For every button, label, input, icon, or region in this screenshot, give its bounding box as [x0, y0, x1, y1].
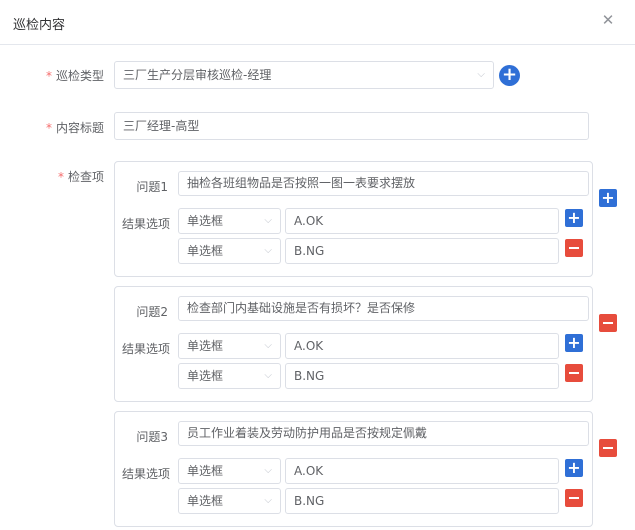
question-input[interactable]: 抽检各班组物品是否按照一图一表要求摆放 [178, 171, 589, 196]
minus-icon [603, 447, 613, 449]
add-option-button[interactable]: + [565, 334, 583, 352]
question-input[interactable]: 检查部门内基础设施是否有损坏？是否保修 [178, 296, 589, 321]
inspection-type-value: 三厂生产分层审核巡检-经理 [123, 68, 272, 82]
chevron-down-icon: ⌵ [264, 245, 272, 256]
check-item-group-2: 问题2 检查部门内基础设施是否有损坏？是否保修 结果选项 单选框 ⌵ A.OK +… [114, 286, 593, 402]
check-item-group-3: 问题3 员工作业着装及劳动防护用品是否按规定佩戴 结果选项 单选框 ⌵ A.OK … [114, 411, 593, 527]
question-label: 问题1 [136, 180, 168, 194]
check-item-group-1: 问题1 抽检各班组物品是否按照一图一表要求摆放 结果选项 单选框 ⌵ A.OK +… [114, 161, 593, 277]
remove-question-button[interactable] [599, 439, 617, 457]
remove-question-button[interactable] [599, 314, 617, 332]
chevron-down-icon: ⌵ [264, 465, 272, 476]
option-value-input[interactable]: A.OK [285, 333, 559, 359]
question-label: 问题3 [136, 430, 168, 444]
plus-icon: + [567, 458, 581, 477]
question-label: 问题2 [136, 305, 168, 319]
required-mark: * [45, 69, 52, 83]
dialog-title: 巡检内容 [13, 18, 66, 33]
chevron-down-icon: ⌵ [264, 370, 272, 381]
type-label: * 巡检类型 [45, 69, 104, 83]
required-mark: * [45, 121, 52, 135]
dialog-header: 巡检内容 ✕ [0, 0, 635, 45]
result-options-label: 结果选项 [121, 342, 170, 356]
chevron-down-icon: ⌵ [264, 215, 272, 226]
result-options-label: 结果选项 [121, 467, 170, 481]
chevron-down-icon: ⌵ [477, 69, 485, 80]
option-value-input[interactable]: A.OK [285, 208, 559, 234]
content-title-input[interactable]: 三厂经理-高型 [114, 112, 589, 140]
required-mark: * [57, 170, 64, 184]
option-type-select[interactable]: 单选框 ⌵ [178, 363, 281, 389]
option-type-select[interactable]: 单选框 ⌵ [178, 208, 281, 234]
inspection-type-select[interactable]: 三厂生产分层审核巡检-经理 ⌵ [114, 61, 494, 89]
option-value-input[interactable]: B.NG [285, 238, 559, 264]
content-title-value: 三厂经理-高型 [123, 119, 200, 133]
option-type-select[interactable]: 单选框 ⌵ [178, 333, 281, 359]
question-input[interactable]: 员工作业着装及劳动防护用品是否按规定佩戴 [178, 421, 589, 446]
minus-icon [603, 322, 613, 324]
minus-icon [569, 372, 579, 374]
result-options-label: 结果选项 [121, 217, 170, 231]
close-icon[interactable]: ✕ [601, 12, 615, 28]
plus-icon: + [601, 188, 615, 207]
add-option-button[interactable]: + [565, 459, 583, 477]
add-option-button[interactable]: + [565, 209, 583, 227]
remove-option-button[interactable] [565, 489, 583, 507]
plus-icon: + [501, 64, 518, 85]
remove-option-button[interactable] [565, 239, 583, 257]
option-value-input[interactable]: B.NG [285, 488, 559, 514]
plus-icon: + [567, 333, 581, 352]
chevron-down-icon: ⌵ [264, 340, 272, 351]
minus-icon [569, 497, 579, 499]
option-value-input[interactable]: B.NG [285, 363, 559, 389]
option-type-select[interactable]: 单选框 ⌵ [178, 488, 281, 514]
chevron-down-icon: ⌵ [264, 495, 272, 506]
option-value-input[interactable]: A.OK [285, 458, 559, 484]
minus-icon [569, 247, 579, 249]
remove-option-button[interactable] [565, 364, 583, 382]
option-type-select[interactable]: 单选框 ⌵ [178, 238, 281, 264]
add-type-button[interactable]: + [499, 65, 520, 86]
option-type-select[interactable]: 单选框 ⌵ [178, 458, 281, 484]
plus-icon: + [567, 208, 581, 227]
inspection-content-dialog: 巡检内容 ✕ * 巡检类型 三厂生产分层审核巡检-经理 ⌵ + * 内容标题 三厂经… [0, 0, 635, 530]
check-items-label: * 检查项 [57, 170, 104, 184]
content-title-label: * 内容标题 [45, 121, 104, 135]
add-question-button[interactable]: + [599, 189, 617, 207]
